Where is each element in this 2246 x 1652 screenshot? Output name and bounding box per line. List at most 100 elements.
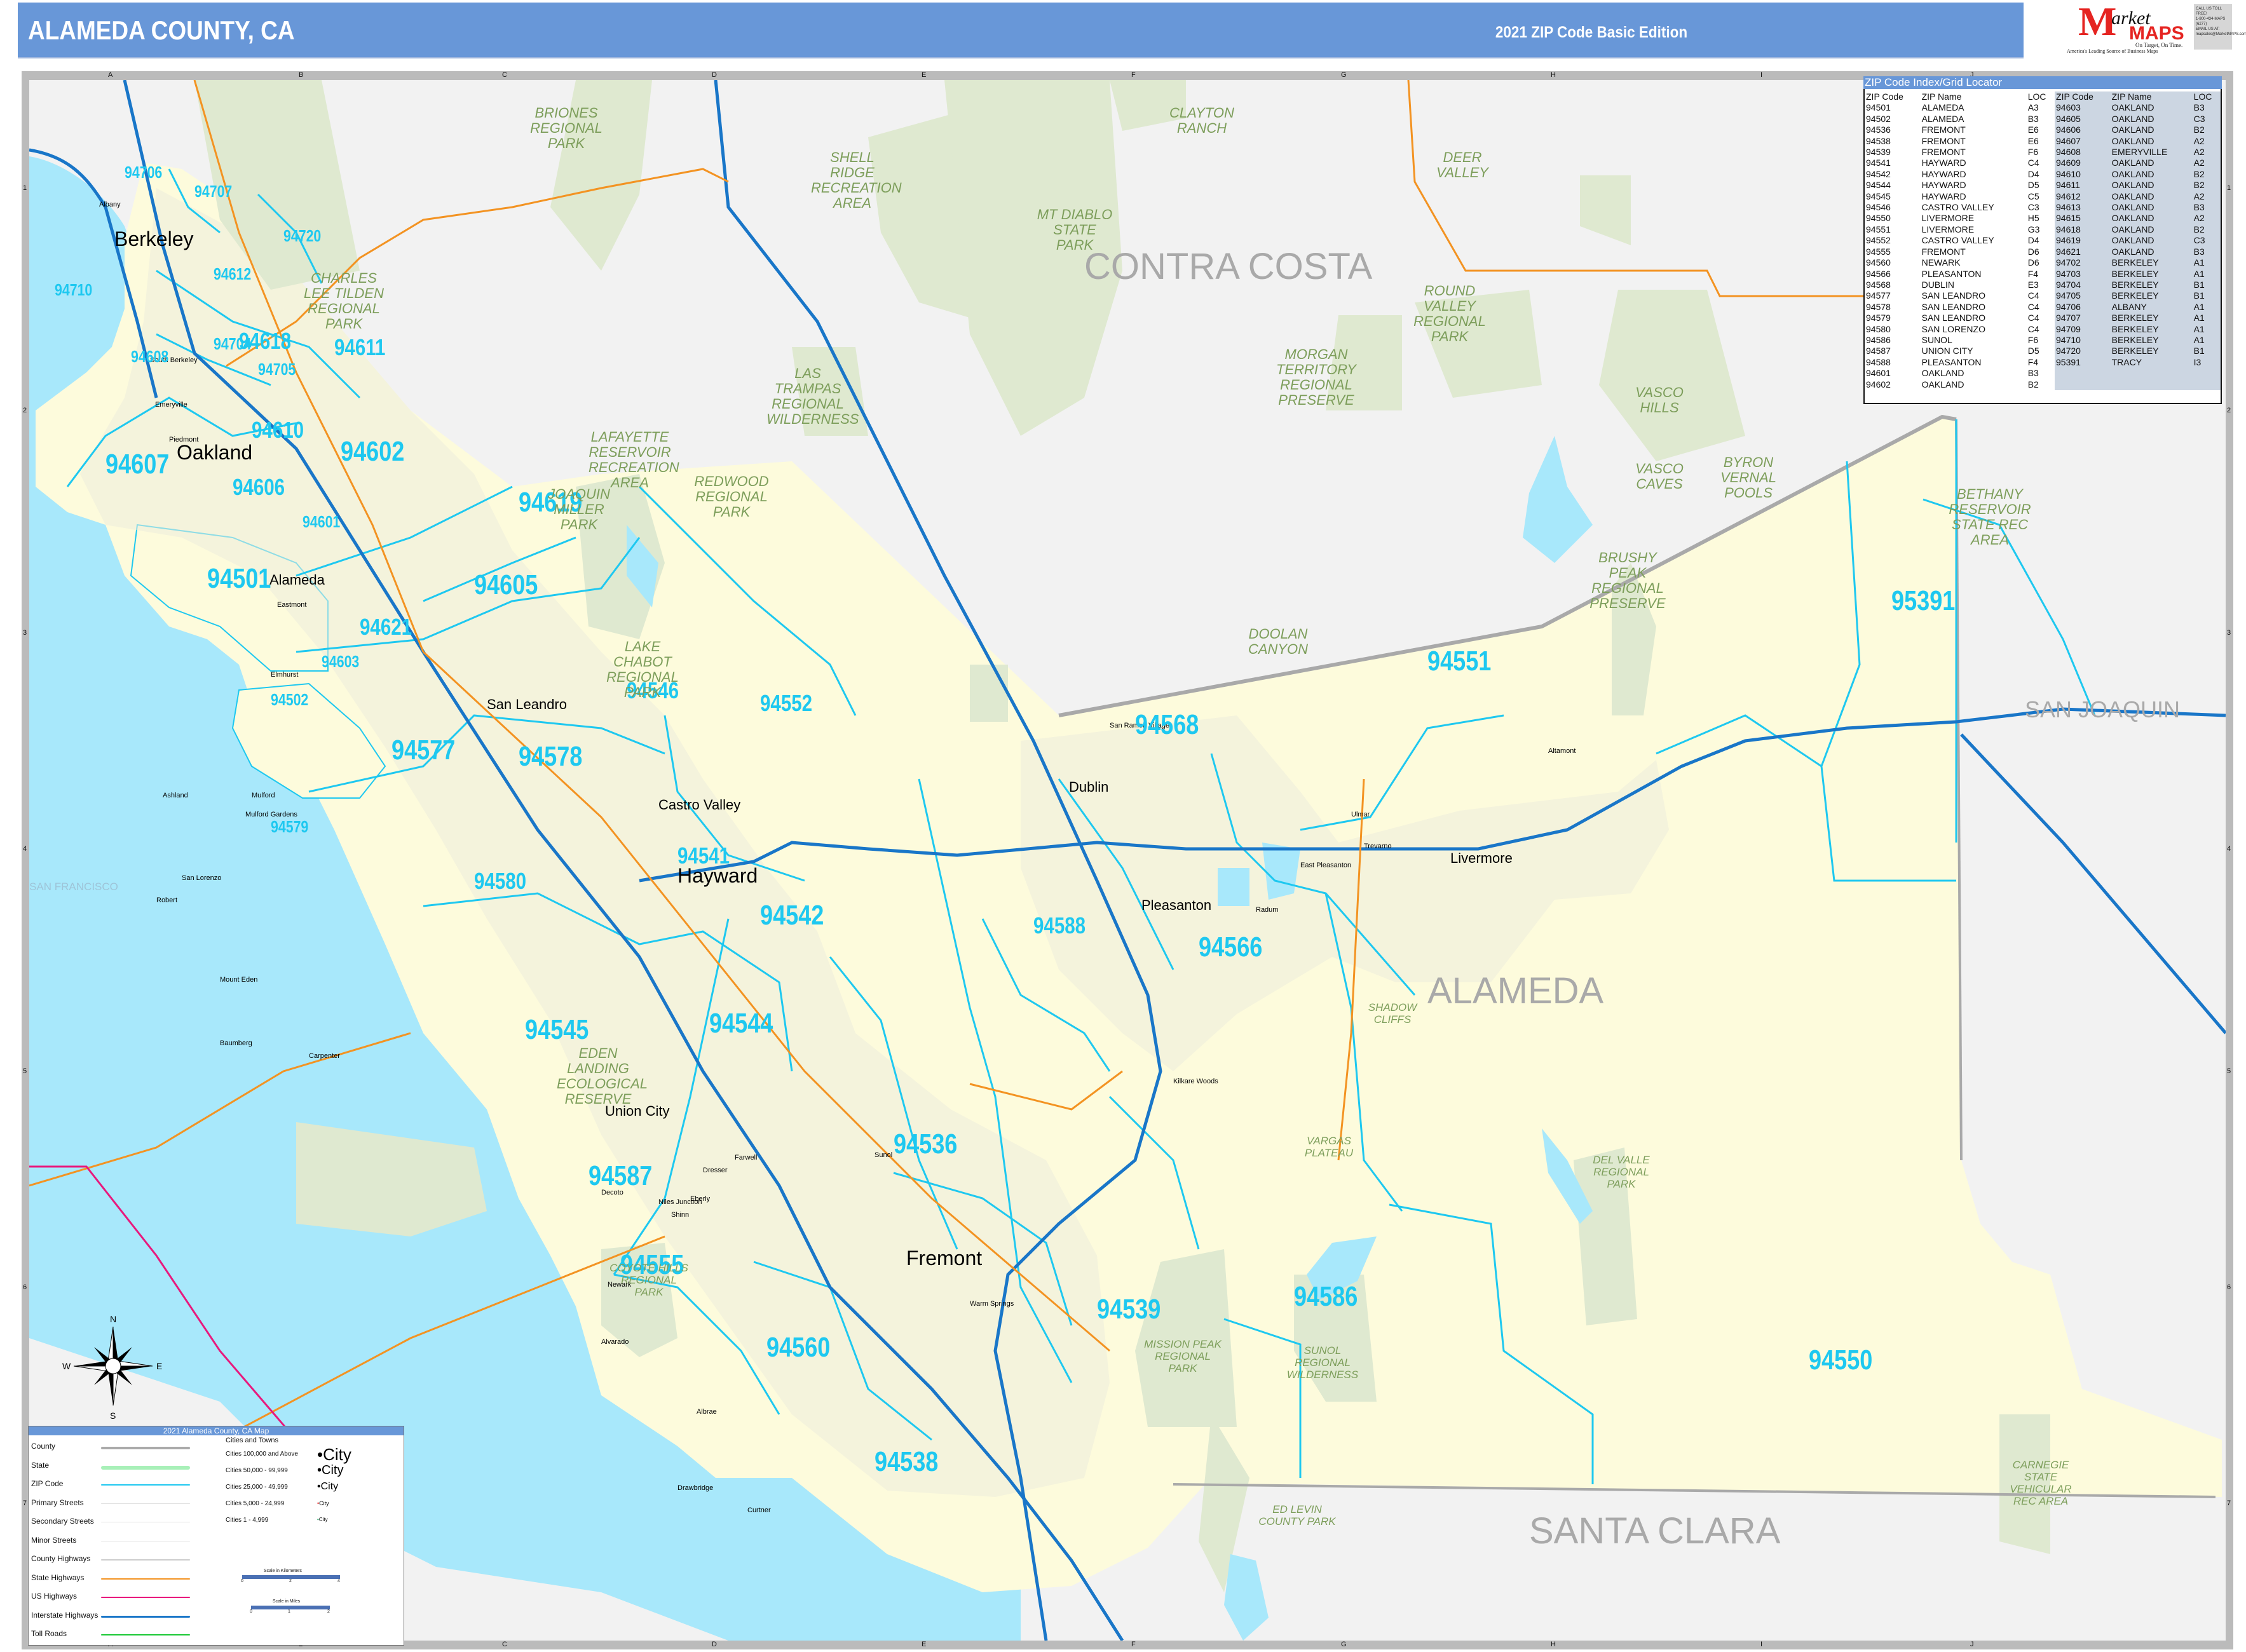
grid-bar-right [2226,71,2233,1649]
scale-km-tick: 0 [241,1579,243,1583]
loc-cell: B3 [2192,102,2221,114]
zip-code-cell: 94705 [2055,290,2111,302]
zip-code-cell: 94619 [2055,235,2111,247]
legend-city-sample-text: City [322,1463,344,1477]
zip-name-cell: OAKLAND [2110,158,2193,169]
city-label-small: Shinn [671,1211,690,1219]
legend-city-class: Cities 1 - 4,999 [226,1517,269,1524]
loc-cell: B1 [2192,346,2221,357]
grid-row-label: 4 [23,845,27,853]
park-label: CARNEGIE STATE VEHICULAR REC AREA [2010,1459,2072,1507]
zip-index-row: 94601 OAKLAND B3 [1865,368,2221,379]
zip-code-cell: 94555 [1866,246,1891,257]
zip-code-cell: 94610 [2055,168,2111,180]
zip-code-cell: 94710 [2055,334,2111,346]
city-label-small: Radum [1256,906,1279,914]
loc-cell [2192,368,2221,379]
zip-name-cell: LIVERMORE [1921,213,1975,224]
contact-email[interactable]: mapsales@MarketMAPS.com [2196,32,2246,37]
zip-code-label: 94603 [322,652,360,671]
city-label-small: Sunol [875,1151,893,1159]
loc-cell: A3 [2027,102,2039,113]
zip-code-cell: 95391 [2055,356,2111,369]
city-label-small: Ulmar [1351,811,1370,818]
zip-code-cell: 94707 [2055,313,2111,324]
legend-item-label: Interstate Highways [31,1610,99,1620]
zip-code-cell: 94580 [1866,323,1891,334]
zip-name-cell: SUNOL [1921,334,1952,345]
city-label-small: Curtner [747,1506,771,1514]
zip-code-cell: 94588 [1866,356,1891,367]
legend-city-sample-text: City [319,1500,329,1506]
city-label-small: Mount Eden [220,976,258,984]
loc-cell: A2 [2192,191,2221,203]
legend-city-class: Cities 25,000 - 49,999 [226,1484,288,1491]
zip-code-label: 94501 [207,563,271,594]
park-label: MORGAN TERRITORY REGIONAL PRESERVE [1276,346,1356,408]
legend-city-class: Cities 100,000 and Above [226,1451,298,1458]
zip-code-label: 94606 [233,474,285,500]
city-label-small: Warm Springs [970,1300,1014,1308]
zip-code-label: 94536 [894,1128,958,1160]
edition-label: 2021 ZIP Code Basic Edition [1495,24,1688,41]
park-label: DOOLAN CANYON [1248,626,1309,657]
grid-col-label: E [922,1641,927,1648]
loc-cell: F4 [2027,268,2039,279]
grid-col-label: F [1131,71,1136,79]
zip-name-cell: HAYWARD [1921,158,1966,168]
legend-city-sample-text: City [318,1517,328,1522]
loc-cell: B3 [2192,202,2221,213]
city-label-small: Alvarado [601,1338,629,1346]
zip-code-cell: 94606 [2055,125,2111,136]
loc-cell: E6 [2027,135,2039,146]
loc-cell: B1 [2192,279,2221,291]
city-label-small: Emeryville [155,401,187,409]
zip-code-label: 94539 [1097,1294,1161,1325]
loc-cell: A1 [2192,301,2221,313]
water-label: SAN FRANCISCO [29,881,118,893]
contact-phone[interactable]: 1-800-434-MAPS (6277) [2196,17,2230,27]
loc-cell: C3 [2192,113,2221,125]
legend-item-swatch [101,1465,190,1470]
zip-code-cell: 94615 [2055,213,2111,224]
zip-code-cell: 94551 [1866,224,1891,234]
loc-cell: A1 [2192,313,2221,324]
zip-code-label: 94618 [239,328,292,354]
legend-item-swatch [101,1484,190,1486]
grid-col-label: A [108,71,113,79]
legend-city-sample: •City [317,1445,351,1465]
city-label-small: Albany [99,201,121,208]
legend-item-swatch [101,1615,190,1618]
zip-code-label: 94706 [125,163,163,182]
city-label-small: Eberly [690,1195,711,1203]
interstate-580-east [1960,733,2226,1034]
zip-name-cell: FREMONT [1921,125,1966,135]
zip-index-grid: ZIP Code ZIP Name LOC ZIP Code ZIP Name … [1865,91,2221,390]
zip-code-cell: 94539 [1866,147,1891,158]
zip-code-label: 94560 [766,1332,831,1363]
loc-cell: D5 [2027,180,2039,191]
zip-name-cell: CASTRO VALLEY [1921,235,1994,246]
loc-cell: B2 [2192,180,2221,191]
zip-name-cell: PLEASANTON [1921,268,1982,279]
loc-cell: A1 [2192,323,2221,335]
grid-bar-left [22,71,29,1649]
zip-code-cell [2055,368,2111,379]
county-label: CONTRA COSTA [1084,246,1373,287]
market-maps-logo[interactable]: M arket MAPS On Target, On Time. America… [2066,1,2193,54]
park-label: SHADOW CLIFFS [1368,1001,1417,1026]
zip-code-label: 94602 [341,436,405,467]
legend-item-swatch [101,1597,190,1598]
zip-code-label: 94608 [131,347,169,366]
zip-code-cell: 94702 [2055,257,2111,269]
grid-col-label: I [1760,71,1763,79]
legend-item-label: State [31,1460,50,1470]
park-label: LAFAYETTE RESERVOIR RECREATION AREA [589,429,679,491]
county-label: SANTA CLARA [1529,1510,1781,1552]
grid-col-label: D [712,71,717,79]
legend-item-label: Minor Streets [31,1535,77,1545]
zip-name-cell: HAYWARD [1921,191,1966,201]
grid-row-label: 2 [2227,407,2231,414]
park-label: ED LEVIN COUNTY PARK [1258,1503,1336,1527]
loc-cell: A2 [2192,158,2221,169]
